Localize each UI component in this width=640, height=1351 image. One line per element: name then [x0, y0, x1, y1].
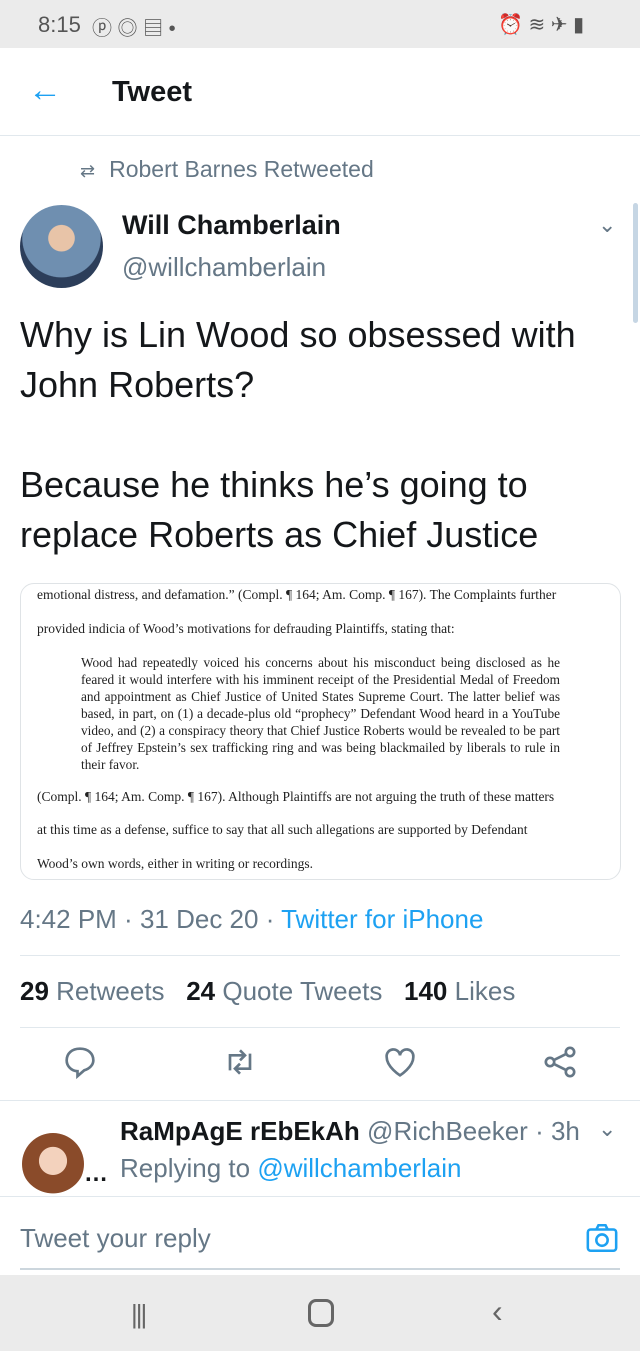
image-text-line: provided indicia of Wood’s motivations f…	[37, 621, 455, 636]
image-text-line: emotional distress, and defamation.” (Co…	[37, 587, 557, 602]
retweet-icon: ⇄	[80, 161, 96, 181]
retweet-context[interactable]: ⇄ Robert Barnes Retweeted	[80, 156, 374, 183]
replying-to-link[interactable]: @willchamberlain	[257, 1153, 461, 1183]
status-time: 8:15	[38, 12, 81, 37]
tweet-paragraph: Because he thinks he’s going to replace …	[20, 464, 539, 555]
reply-author-handle[interactable]: @RichBeeker	[367, 1116, 528, 1146]
reply-chevron-down-icon[interactable]: ⌄	[598, 1116, 616, 1142]
divider	[0, 1100, 640, 1101]
tweet-date: 31 Dec 20	[139, 904, 259, 934]
replying-label: Replying to	[120, 1153, 251, 1183]
reply-time: · 3h	[535, 1116, 580, 1146]
back-icon[interactable]: ‹	[492, 1293, 503, 1330]
tweet-paragraph: Why is Lin Wood so obsessed with John Ro…	[20, 314, 576, 405]
camera-icon[interactable]	[584, 1221, 620, 1255]
system-icons: ⏰ ≋ ✈ ▮	[498, 14, 585, 36]
status-bar: 8:15 ⓟ ◎ ▤ • ⏰ ≋ ✈ ▮	[0, 0, 640, 48]
tweet-source-link[interactable]: Twitter for iPhone	[281, 904, 483, 934]
quotes-stat[interactable]: 24 Quote Tweets	[186, 976, 382, 1006]
tweet-time: 4:42 PM	[20, 904, 117, 934]
tweet-stats: 29 Retweets 24 Quote Tweets 140 Likes	[20, 976, 515, 1007]
image-text-line: at this time as a defense, suffice to sa…	[37, 822, 528, 837]
home-icon[interactable]	[308, 1299, 334, 1327]
recent-apps-icon[interactable]: |||	[131, 1299, 147, 1330]
reply-author-name[interactable]: RaMpAgE rEbEkAh	[120, 1116, 360, 1146]
scrollbar[interactable]	[633, 203, 638, 323]
reply-header: RaMpAgE rEbEkAh @RichBeeker · 3h	[120, 1116, 580, 1147]
retweets-label: Retweets	[56, 976, 165, 1006]
reply-avatar[interactable]	[22, 1133, 84, 1195]
likes-count: 140	[404, 976, 448, 1006]
back-arrow-icon[interactable]: ←	[28, 70, 62, 110]
reply-input[interactable]: Tweet your reply	[20, 1223, 211, 1254]
page-title: Tweet	[112, 76, 193, 108]
avatar[interactable]	[20, 205, 103, 288]
retweets-count: 29	[20, 976, 49, 1006]
separator: ·	[116, 904, 140, 934]
ellipsis-icon: …	[84, 1160, 108, 1187]
like-heart-icon[interactable]	[380, 1042, 420, 1082]
quotes-count: 24	[186, 976, 216, 1006]
share-icon[interactable]	[540, 1042, 580, 1082]
notification-icons: ⓟ ◎ ▤ •	[92, 18, 176, 40]
retweets-stat[interactable]: 29 Retweets	[20, 976, 165, 1006]
header: ← Tweet	[0, 48, 640, 136]
divider	[20, 1027, 620, 1028]
likes-label: Likes	[454, 976, 516, 1006]
tweet-image[interactable]: emotional distress, and defamation.” (Co…	[20, 583, 621, 880]
replying-to: Replying to @willchamberlain	[120, 1153, 461, 1184]
reply-icon[interactable]	[60, 1042, 100, 1082]
input-underline	[20, 1268, 620, 1270]
quotes-label: Quote Tweets	[222, 976, 383, 1006]
reply-composer: Tweet your reply	[0, 1196, 640, 1275]
chevron-down-icon[interactable]: ⌄	[598, 212, 616, 238]
tweet-meta: 4:42 PM · 31 Dec 20 · Twitter for iPhone	[20, 904, 483, 935]
image-text-line: (Compl. ¶ 164; Am. Comp. ¶ 167). Althoug…	[37, 789, 555, 804]
android-nav-bar: ||| ‹	[0, 1275, 640, 1351]
author-handle[interactable]: @willchamberlain	[122, 252, 326, 283]
image-quote: Wood had repeatedly voiced his concerns …	[81, 655, 560, 772]
retweet-label: Robert Barnes Retweeted	[109, 156, 374, 182]
likes-stat[interactable]: 140 Likes	[404, 976, 515, 1006]
separator: ·	[258, 904, 282, 934]
image-text-line: Wood’s own words, either in writing or r…	[37, 856, 313, 871]
author-name[interactable]: Will Chamberlain	[122, 210, 341, 241]
tweet-text: Why is Lin Wood so obsessed with John Ro…	[20, 310, 630, 560]
divider	[20, 955, 620, 956]
retweet-icon[interactable]	[220, 1042, 260, 1082]
